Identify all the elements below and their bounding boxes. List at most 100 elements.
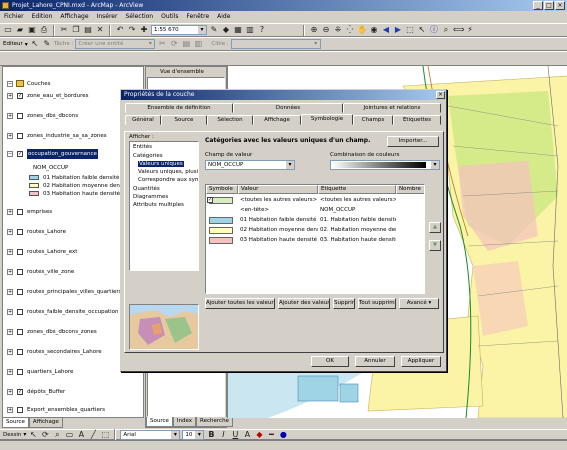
expand-icon[interactable]: + (7, 329, 13, 335)
tab-symbology[interactable]: Symbologie (301, 114, 353, 125)
tab-joins-relates[interactable]: Jointures et relations (343, 103, 441, 113)
layer-visibility-checkbox[interactable] (17, 407, 23, 413)
col-symbol[interactable]: Symbole (206, 185, 238, 194)
show-item-unique-values-many[interactable]: Valeurs uniques, plusieurs champs (138, 169, 198, 175)
editor-menu[interactable]: Editeur (3, 41, 23, 47)
toc-layer-label[interactable]: Export_ensembles_quartiers (27, 405, 105, 415)
toc-layer-label[interactable]: zones_dbs_dbcons (27, 111, 78, 121)
toc-layer-label[interactable]: dépôts_Buffer (27, 387, 65, 397)
tab-source-dialog[interactable]: Source (161, 115, 207, 125)
maximize-button[interactable]: □ (544, 1, 554, 10)
toc-layer-label[interactable]: NOM_OCCUP (33, 163, 68, 173)
editor-toolbar-icon[interactable]: ✎ (209, 25, 219, 35)
value-field-combo[interactable]: NOM_OCCUP (205, 160, 295, 170)
zoom-out-icon[interactable]: ⊖ (321, 25, 331, 35)
delete-icon[interactable]: ✕ (95, 25, 105, 35)
tab-definition-query[interactable]: Ensemble de définition (125, 103, 233, 113)
layer-visibility-checkbox[interactable]: ✓ (17, 151, 23, 157)
toc-layer-label[interactable]: routes_principales_villes_quartiers (27, 287, 122, 297)
ok-button[interactable]: OK (311, 356, 349, 367)
cell-label[interactable]: <toutes les autres valeurs> (320, 196, 396, 205)
overview-tab-index[interactable]: Index (172, 417, 197, 427)
tab-source[interactable]: Source (2, 418, 29, 428)
hyperlink-icon[interactable]: ⚡ (465, 25, 475, 35)
move-down-button[interactable]: ▼ (429, 240, 441, 251)
toc-layer-label[interactable]: routes_Lahore (27, 227, 66, 237)
cell-label[interactable]: NOM_OCCUP (320, 206, 396, 215)
import-button[interactable]: Importer... (387, 136, 439, 147)
toc-layer-label[interactable]: zones_dbs_dbcons_zones (27, 327, 97, 337)
new-document-icon[interactable]: ▭ (3, 25, 13, 35)
font-combo[interactable]: Arial (120, 429, 181, 440)
expand-icon[interactable]: + (7, 93, 13, 99)
show-item-multiple-attributes[interactable]: Attributs multiples (133, 202, 184, 208)
line-color-icon[interactable]: ━ (266, 430, 276, 440)
measure-icon[interactable]: ⟺ (453, 25, 464, 35)
layer-visibility-checkbox[interactable] (17, 329, 23, 335)
select-elements-icon[interactable]: ↖ (417, 25, 427, 35)
toc-layer-label[interactable]: routes_faible_densite_occupation (27, 307, 118, 317)
show-item-charts[interactable]: Diagrammes (133, 194, 168, 200)
col-count[interactable]: Nombre (396, 185, 424, 194)
expand-icon[interactable]: + (7, 309, 13, 315)
toc-layer-label[interactable]: 03 Habitation haute densité (43, 189, 120, 199)
advanced-button[interactable]: Avancé ▾ (399, 298, 439, 309)
forward-extent-icon[interactable]: ▶ (393, 25, 403, 35)
expand-icon[interactable]: + (7, 389, 13, 395)
select-element-icon[interactable]: ↖ (28, 430, 38, 440)
tab-labels[interactable]: Etiquettes (393, 115, 441, 125)
add-all-values-button[interactable]: Ajouter toutes les valeurs (205, 298, 275, 309)
command-line-icon[interactable]: ▥ (245, 25, 255, 35)
menu-edit[interactable]: Edition (32, 11, 53, 22)
fixed-zoom-out-icon[interactable]: ⁛ (345, 25, 355, 35)
layer-visibility-checkbox[interactable] (17, 289, 23, 295)
bold-button[interactable]: B (206, 430, 216, 440)
add-values-button[interactable]: Ajouter des valeurs... (278, 298, 330, 309)
layer-visibility-checkbox[interactable]: ✓ (17, 389, 23, 395)
show-item-categories[interactable]: Catégories (133, 153, 163, 159)
select-features-icon[interactable]: ⬚ (405, 25, 415, 35)
fill-color-icon[interactable]: ◆ (254, 430, 264, 440)
toc-layer-label[interactable]: zones_industrie_sa_sa_zones (27, 131, 107, 141)
cell-label[interactable]: 02. Habitation moyenne densité (320, 226, 396, 235)
collapse-icon[interactable]: − (7, 81, 13, 87)
menu-insert[interactable]: Insérer (97, 11, 118, 22)
tab-fields[interactable]: Champs (353, 115, 393, 125)
back-extent-icon[interactable]: ◀ (381, 25, 391, 35)
minimize-button[interactable]: _ (533, 1, 543, 10)
underline-button[interactable]: U (230, 430, 240, 440)
rectangle-icon[interactable]: ▭ (64, 430, 74, 440)
menu-help[interactable]: Aide (217, 11, 230, 22)
print-icon[interactable]: ⎙ (39, 25, 49, 35)
all-other-values-checkbox[interactable]: ✓ (207, 197, 213, 203)
dialog-close-button[interactable]: × (436, 91, 445, 99)
expand-icon[interactable]: + (7, 209, 13, 215)
task-combo[interactable]: Créer une entité (75, 39, 156, 49)
table-row[interactable]: 03 Habitation haute densité 03. Habitatio… (206, 236, 424, 245)
rotate-element-icon[interactable]: ⟳ (40, 430, 50, 440)
toc-layer-label[interactable]: routes_secondaires_Lahore (27, 347, 102, 357)
drawing-menu[interactable]: Dessin (3, 432, 21, 438)
save-icon[interactable]: ▣ (27, 25, 37, 35)
col-label[interactable]: Etiquette (318, 185, 396, 194)
apply-button[interactable]: Appliquer (401, 356, 441, 367)
font-color-icon[interactable]: A (242, 430, 252, 440)
expand-icon[interactable]: + (7, 269, 13, 275)
tab-display[interactable]: Affichage (28, 418, 63, 428)
sketch-properties-icon[interactable]: ▥ (193, 39, 203, 49)
expand-icon[interactable]: + (7, 407, 13, 413)
layer-visibility-checkbox[interactable] (17, 229, 23, 235)
layer-visibility-checkbox[interactable] (17, 249, 23, 255)
line-icon[interactable]: ╱ (88, 430, 98, 440)
col-value[interactable]: Valeur (238, 185, 318, 194)
identify-icon[interactable]: ⓘ (429, 25, 439, 35)
sketch-tool-icon[interactable]: ✎ (42, 39, 52, 49)
layer-visibility-checkbox[interactable] (17, 113, 23, 119)
help-icon[interactable]: ? (257, 25, 267, 35)
zoom-in-icon[interactable]: ⊕ (309, 25, 319, 35)
symbol-swatch[interactable] (209, 237, 233, 244)
expand-icon[interactable]: + (7, 369, 13, 375)
add-data-icon[interactable]: ✚ (139, 25, 149, 35)
toc-layer-label[interactable]: emprises (27, 207, 52, 217)
tab-data[interactable]: Données (233, 103, 343, 113)
